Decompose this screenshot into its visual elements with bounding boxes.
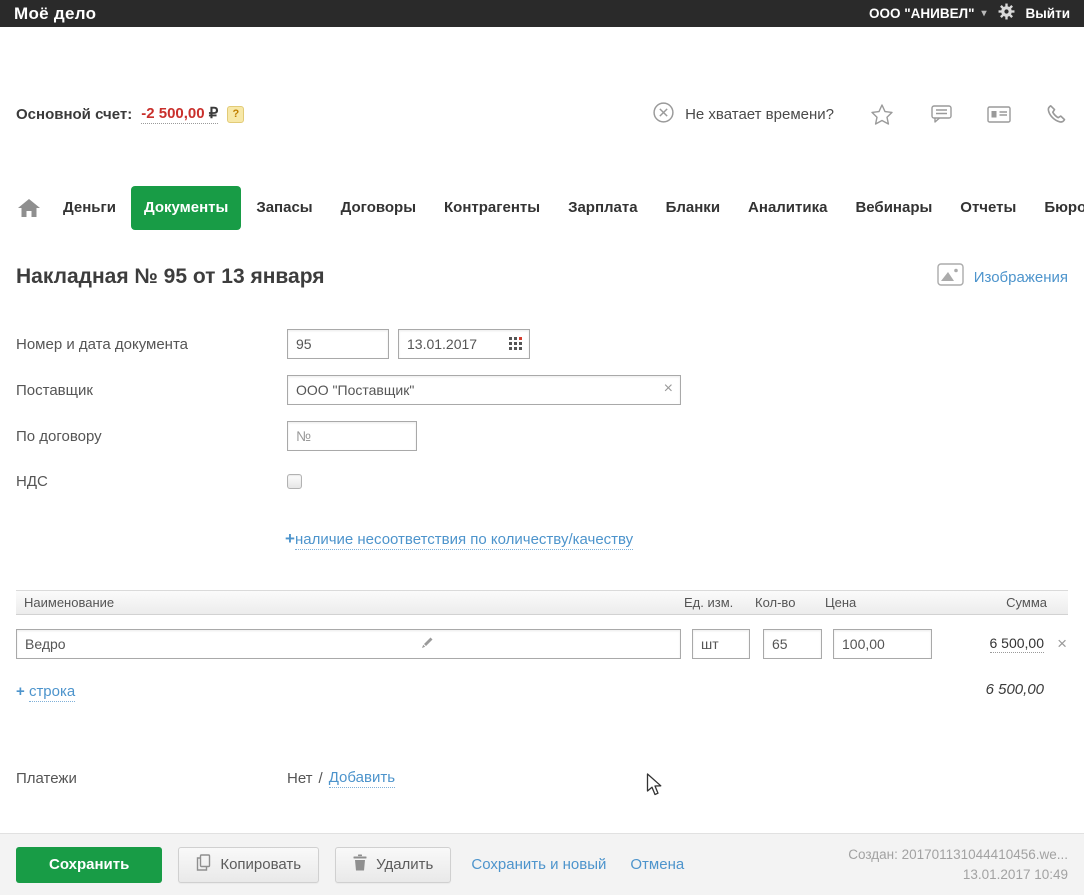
tab-contracts[interactable]: Договоры bbox=[328, 186, 429, 230]
plus-icon: + bbox=[16, 683, 25, 700]
save-and-new-link[interactable]: Сохранить и новый bbox=[471, 856, 606, 873]
image-icon bbox=[936, 262, 965, 292]
payments-label: Платежи bbox=[16, 770, 77, 787]
add-row-label: строка bbox=[28, 683, 76, 702]
item-unit-input[interactable] bbox=[692, 629, 750, 659]
account-label: Основной счет: bbox=[16, 105, 133, 123]
help-icon[interactable]: ? bbox=[227, 105, 245, 123]
tab-stock[interactable]: Запасы bbox=[243, 186, 325, 230]
contact-card-icon[interactable] bbox=[986, 104, 1012, 125]
plus-icon: + bbox=[285, 529, 295, 548]
no-time-promo[interactable]: Не хватает времени? bbox=[652, 101, 834, 128]
company-switcher[interactable]: ООО "АНИВЕЛ" ▾ bbox=[869, 6, 987, 21]
item-price-input[interactable] bbox=[833, 629, 932, 659]
delete-button-label: Удалить bbox=[376, 856, 434, 873]
settings-gear-icon[interactable] bbox=[998, 3, 1015, 25]
col-header-qty: Кол-во bbox=[755, 595, 796, 610]
tab-salary[interactable]: Зарплата bbox=[555, 186, 651, 230]
col-header-price: Цена bbox=[825, 595, 857, 610]
main-nav: Деньги Документы Запасы Договоры Контраг… bbox=[16, 186, 1084, 230]
contract-row: По договору bbox=[16, 421, 417, 451]
modified-datetime: 13.01.2017 10:49 bbox=[962, 866, 1068, 882]
tab-reports[interactable]: Отчеты bbox=[947, 186, 1029, 230]
images-link[interactable]: Изображения bbox=[936, 262, 1068, 292]
copy-icon bbox=[196, 854, 211, 875]
contract-label: По договору bbox=[16, 427, 102, 445]
logout-link[interactable]: Выйти bbox=[1026, 6, 1071, 21]
item-name-input[interactable] bbox=[16, 629, 681, 659]
title-row: Накладная № 95 от 13 января Изображения bbox=[16, 262, 1068, 292]
account-amount: -2 500,00 bbox=[141, 105, 205, 122]
add-row-link[interactable]: + строка bbox=[16, 683, 76, 702]
col-header-sum: Сумма bbox=[1006, 595, 1047, 610]
footer-links: Сохранить и новый Отмена bbox=[471, 856, 684, 873]
no-time-text: Не хватает времени? bbox=[685, 105, 834, 123]
vat-checkbox[interactable] bbox=[287, 473, 302, 489]
images-link-label: Изображения bbox=[973, 268, 1068, 286]
tab-forms[interactable]: Бланки bbox=[653, 186, 733, 230]
contract-number-input[interactable] bbox=[287, 421, 417, 451]
messages-icon[interactable] bbox=[927, 103, 953, 125]
supplier-label: Поставщик bbox=[16, 381, 93, 399]
page-title: Накладная № 95 от 13 января bbox=[16, 265, 325, 288]
account-amount-wrap[interactable]: -2 500,00 ₽ bbox=[141, 104, 219, 124]
mouse-cursor bbox=[646, 773, 664, 802]
tab-counterparties[interactable]: Контрагенты bbox=[431, 186, 553, 230]
payments-value: Нет bbox=[287, 770, 313, 787]
topbar: Моё дело ООО "АНИВЕЛ" ▾ Выйти bbox=[0, 0, 1084, 27]
currency-ruble-sign: ₽ bbox=[208, 105, 219, 122]
col-header-unit: Ед. изм. bbox=[684, 595, 734, 610]
payments-row: Платежи Нет / Добавить bbox=[16, 769, 396, 788]
number-date-row: Номер и дата документа bbox=[16, 329, 530, 359]
delete-row-icon[interactable]: × bbox=[1057, 634, 1067, 654]
tab-analytics[interactable]: Аналитика bbox=[735, 186, 840, 230]
col-header-name: Наименование bbox=[24, 595, 115, 610]
payments-separator: / bbox=[318, 770, 323, 787]
trash-icon bbox=[353, 854, 367, 875]
document-meta: Создан: 201701131044410456.we... 13.01.2… bbox=[848, 845, 1068, 885]
clock-icon bbox=[652, 101, 675, 128]
supplier-row: Поставщик × bbox=[16, 375, 681, 405]
favorites-star-icon[interactable] bbox=[870, 103, 894, 126]
company-name: ООО "АНИВЕЛ" bbox=[868, 6, 975, 21]
tab-money[interactable]: Деньги bbox=[50, 186, 129, 230]
header-actions: Не хватает времени? bbox=[652, 101, 1068, 128]
tab-webinars[interactable]: Вебинары bbox=[842, 186, 945, 230]
vat-row: НДС bbox=[16, 466, 302, 496]
document-number-input[interactable] bbox=[287, 329, 389, 359]
home-icon[interactable] bbox=[16, 186, 42, 230]
vat-label: НДС bbox=[16, 472, 48, 490]
discrepancy-link-label: наличие несоответствия по количеству/кач… bbox=[294, 531, 634, 550]
number-date-label: Номер и дата документа bbox=[16, 335, 189, 353]
calendar-icon[interactable] bbox=[509, 337, 523, 355]
created-info: Создан: 201701131044410456.we... bbox=[848, 846, 1068, 862]
account-balance: Основной счет: -2 500,00 ₽ ? bbox=[16, 104, 245, 124]
phone-icon[interactable] bbox=[1045, 103, 1068, 126]
topbar-right: ООО "АНИВЕЛ" ▾ Выйти bbox=[869, 3, 1070, 25]
header-icons bbox=[870, 103, 1068, 126]
save-button[interactable]: Сохранить bbox=[16, 846, 163, 883]
add-payment-link[interactable]: Добавить bbox=[328, 769, 396, 788]
discrepancy-link[interactable]: +наличие несоответствия по количеству/ка… bbox=[285, 529, 634, 550]
tab-bureau[interactable]: Бюро bbox=[1031, 186, 1084, 230]
item-qty-input[interactable] bbox=[763, 629, 822, 659]
app-logo: Моё дело bbox=[14, 3, 97, 23]
edit-pencil-icon[interactable] bbox=[421, 636, 434, 654]
cancel-link[interactable]: Отмена bbox=[630, 856, 684, 873]
copy-button[interactable]: Копировать bbox=[178, 846, 320, 883]
item-sum-value[interactable]: 6 500,00 bbox=[989, 635, 1044, 653]
footer-bar: Сохранить Копировать Удалить Сохранить и… bbox=[0, 833, 1084, 895]
items-table-header: Наименование Ед. изм. Кол-во Цена Сумма bbox=[16, 590, 1068, 615]
clear-supplier-icon[interactable]: × bbox=[664, 380, 673, 398]
delete-button[interactable]: Удалить bbox=[335, 846, 452, 883]
tab-documents[interactable]: Документы bbox=[130, 186, 242, 230]
table-total: 6 500,00 bbox=[985, 681, 1044, 698]
copy-button-label: Копировать bbox=[220, 856, 302, 873]
chevron-down-icon: ▾ bbox=[981, 8, 987, 19]
app-window: Моё дело ООО "АНИВЕЛ" ▾ Выйти Основной с… bbox=[0, 0, 1084, 895]
account-row: Основной счет: -2 500,00 ₽ ? Не хватает … bbox=[16, 100, 1068, 128]
supplier-input[interactable] bbox=[287, 375, 681, 405]
